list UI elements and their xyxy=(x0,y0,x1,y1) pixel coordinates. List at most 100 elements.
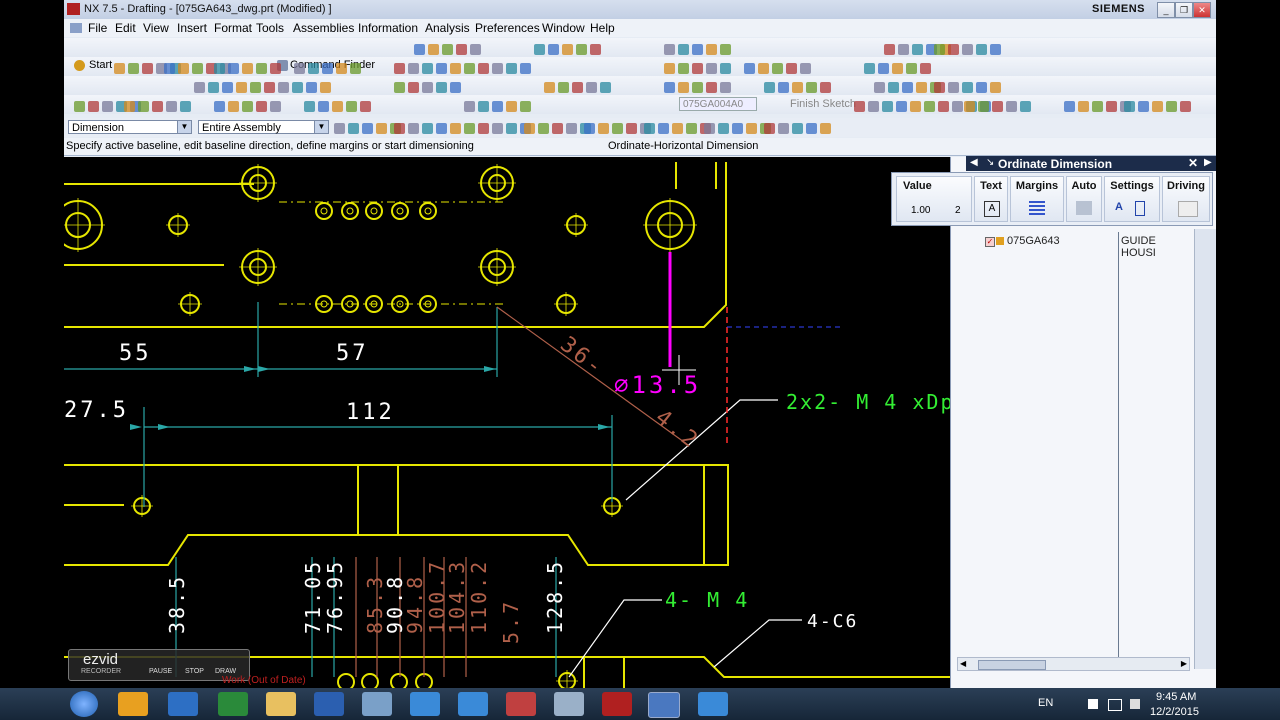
margins-group[interactable]: Margins xyxy=(1010,176,1064,222)
toolbar-tool-icon[interactable] xyxy=(898,44,909,55)
toolbar-tool-icon[interactable] xyxy=(990,44,1001,55)
close-icon[interactable]: ✕ xyxy=(1188,156,1198,170)
toolbar-tool-icon[interactable] xyxy=(464,123,475,134)
toolbar-tool-icon[interactable] xyxy=(888,82,899,93)
toolbar-tool-icon[interactable] xyxy=(934,44,945,55)
volume-icon[interactable] xyxy=(1130,699,1140,709)
toolbar-tool-icon[interactable] xyxy=(464,63,475,74)
toolbar-tool-icon[interactable] xyxy=(792,123,803,134)
toolbar-tool-icon[interactable] xyxy=(236,82,247,93)
menu-analysis[interactable]: Analysis xyxy=(425,21,470,35)
toolbar-tool-icon[interactable] xyxy=(686,123,697,134)
menu-window[interactable]: Window xyxy=(542,21,585,35)
toolbar-tool-icon[interactable] xyxy=(806,123,817,134)
toolbar-tool-icon[interactable] xyxy=(882,101,893,112)
toolbar-tool-icon[interactable] xyxy=(308,63,319,74)
nx-app-icon[interactable] xyxy=(648,692,680,718)
toolbar-tool-icon[interactable] xyxy=(450,63,461,74)
value-group[interactable]: Value 1.00 2 xyxy=(896,176,972,222)
auto-icon[interactable] xyxy=(1076,201,1092,215)
toolbar-tool-icon[interactable] xyxy=(436,82,447,93)
toolbar-tool-icon[interactable] xyxy=(992,101,1003,112)
toolbar-tool-icon[interactable] xyxy=(534,44,545,55)
toolbar-tool-icon[interactable] xyxy=(128,63,139,74)
network-icon[interactable] xyxy=(1108,699,1122,711)
toolbar-tool-icon[interactable] xyxy=(228,101,239,112)
toolbar-tool-icon[interactable] xyxy=(178,63,189,74)
toolbar-tool-icon[interactable] xyxy=(664,44,675,55)
toolbar-tool-icon[interactable] xyxy=(976,44,987,55)
toolbar-tool-icon[interactable] xyxy=(906,63,917,74)
toolbar-tool-icon[interactable] xyxy=(538,123,549,134)
toolbar-tool-icon[interactable] xyxy=(800,63,811,74)
maximize-button[interactable]: ❐ xyxy=(1175,2,1193,18)
toolbar-tool-icon[interactable] xyxy=(786,63,797,74)
toolbar-tool-icon[interactable] xyxy=(746,123,757,134)
toolbar-tool-icon[interactable] xyxy=(478,123,489,134)
toolbar-tool-icon[interactable] xyxy=(720,63,731,74)
toolbar-tool-icon[interactable] xyxy=(692,63,703,74)
toolbar-tool-icon[interactable] xyxy=(744,63,755,74)
toolbar-tool-icon[interactable] xyxy=(180,101,191,112)
toolbar-tool-icon[interactable] xyxy=(102,101,113,112)
toolbar-tool-icon[interactable] xyxy=(88,101,99,112)
toolbar-tool-icon[interactable] xyxy=(548,44,559,55)
toolbar-tool-icon[interactable] xyxy=(692,44,703,55)
toolbar-tool-icon[interactable] xyxy=(492,63,503,74)
stop-button[interactable]: STOP xyxy=(185,668,204,675)
toolbar-tool-icon[interactable] xyxy=(1106,101,1117,112)
start-orb-icon[interactable] xyxy=(70,691,98,717)
selection-filter[interactable]: Dimension ▼ xyxy=(68,120,192,134)
menu-help[interactable]: Help xyxy=(590,21,615,35)
toolbar-tool-icon[interactable] xyxy=(492,101,503,112)
toolbar-tool-icon[interactable] xyxy=(544,82,555,93)
toolbar-tool-icon[interactable] xyxy=(962,44,973,55)
toolbar-tool-icon[interactable] xyxy=(506,63,517,74)
toolbar-tool-icon[interactable] xyxy=(222,82,233,93)
toolbar-tool-icon[interactable] xyxy=(348,123,359,134)
toolbar-tool-icon[interactable] xyxy=(256,63,267,74)
toolbar-tool-icon[interactable] xyxy=(566,123,577,134)
toolbar-tool-icon[interactable] xyxy=(820,123,831,134)
settings-icon[interactable]: A xyxy=(1115,201,1123,213)
toolbar-tool-icon[interactable] xyxy=(478,101,489,112)
toolbar-tool-icon[interactable] xyxy=(346,101,357,112)
toolbar-tool-icon[interactable] xyxy=(304,101,315,112)
toolbar-tool-icon[interactable] xyxy=(576,44,587,55)
toolbar-tool-icon[interactable] xyxy=(166,101,177,112)
toolbar-tool-icon[interactable] xyxy=(334,123,345,134)
toolbar-tool-icon[interactable] xyxy=(394,123,405,134)
toolbar-tool-icon[interactable] xyxy=(456,44,467,55)
toolbar-tool-icon[interactable] xyxy=(678,82,689,93)
toolbar-tool-icon[interactable] xyxy=(470,44,481,55)
menu-information[interactable]: Information xyxy=(358,21,418,35)
toolbar-tool-icon[interactable] xyxy=(208,82,219,93)
toolbar-tool-icon[interactable] xyxy=(952,101,963,112)
toolbar-tool-icon[interactable] xyxy=(920,63,931,74)
toolbar-tool-icon[interactable] xyxy=(492,123,503,134)
toolbar-tool-icon[interactable] xyxy=(442,44,453,55)
toolbar-tool-icon[interactable] xyxy=(322,63,333,74)
calculator-icon[interactable] xyxy=(362,692,392,716)
toolbar-tool-icon[interactable] xyxy=(718,123,729,134)
menu-format[interactable]: Format xyxy=(214,21,252,35)
toolbar-tool-icon[interactable] xyxy=(394,63,405,74)
toolbar-tool-icon[interactable] xyxy=(916,82,927,93)
toolbar-tool-icon[interactable] xyxy=(422,123,433,134)
driving-group[interactable]: Driving xyxy=(1162,176,1210,222)
text-group[interactable]: Text A xyxy=(974,176,1008,222)
toolbar-tool-icon[interactable] xyxy=(376,123,387,134)
toolbar-tool-icon[interactable] xyxy=(626,123,637,134)
toolbar-tool-icon[interactable] xyxy=(450,82,461,93)
settings-group[interactable]: Settings A xyxy=(1104,176,1160,222)
toolbar-tool-icon[interactable] xyxy=(720,82,731,93)
ie-icon[interactable] xyxy=(698,692,728,716)
toolbar-tool-icon[interactable] xyxy=(964,101,975,112)
menu-insert[interactable]: Insert xyxy=(177,21,207,35)
flag-icon[interactable] xyxy=(1088,699,1098,709)
toolbar-tool-icon[interactable] xyxy=(478,63,489,74)
toolbar-tool-icon[interactable] xyxy=(732,123,743,134)
toolbar-tool-icon[interactable] xyxy=(792,82,803,93)
graphics-window[interactable]: 55 57 36-⌀13.54.227.5 11238.5 71.0576.95 85.3… xyxy=(64,157,950,688)
toolbar-tool-icon[interactable] xyxy=(1064,101,1075,112)
